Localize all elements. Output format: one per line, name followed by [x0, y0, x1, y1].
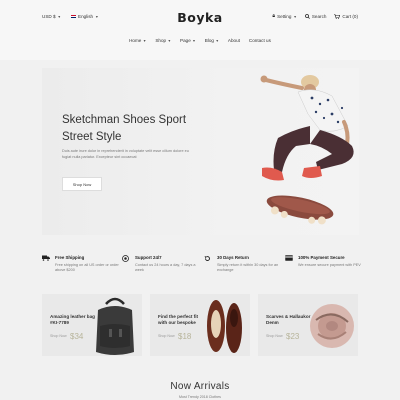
nav-item-blog[interactable]: Blog ▼ [205, 38, 219, 43]
return-icon [204, 256, 210, 261]
page: USD $ ▼ English ▼ Boyka 🔒︎ Setting ▼ Sea… [0, 0, 400, 400]
hero-banner: Sketchman Shoes Sport Street Style Duis … [42, 68, 359, 235]
header: USD $ ▼ English ▼ Boyka 🔒︎ Setting ▼ Sea… [0, 0, 400, 60]
nav-label: Contact us [248, 38, 271, 43]
feature-title: 100% Payment Secure [298, 255, 345, 260]
nav-label: About [227, 38, 240, 43]
search-button[interactable]: Search [304, 14, 327, 19]
chevron-down-icon: ▼ [167, 38, 172, 43]
feature-title: Free Shipping [55, 255, 85, 260]
promo-title: Find the perfect fit with our bespoke [158, 314, 199, 325]
nav-label: Blog [204, 38, 214, 43]
cart-icon [334, 14, 341, 19]
promo-card-bag[interactable]: Amazing leather bag #KI-7789 Shop Now $3… [42, 294, 142, 356]
promo-price: $34 [70, 332, 84, 341]
feature-text: We ensure secure payment with PEV [298, 263, 361, 267]
backpack-image [96, 297, 134, 355]
section-title: Now Arrivals [170, 381, 230, 392]
skateboarder-image [260, 75, 354, 225]
header-right: 🔒︎ Setting ▼ Search Cart (0) [272, 13, 358, 20]
hero-title: Sketchman Shoes Sport Street Style [62, 114, 187, 143]
promo-price: $18 [178, 332, 192, 341]
features-row: Free Shipping Free shipping on all US or… [42, 255, 361, 281]
promo-card-shoes[interactable]: Find the perfect fit with our bespoke Sh… [150, 294, 250, 356]
payment-icon [285, 255, 293, 261]
nav-label: Page [180, 38, 191, 43]
promo-shop-link[interactable]: Shop Now [266, 334, 283, 338]
nav-item-home[interactable]: Home ▼ [129, 38, 146, 43]
hero-text: Duis aute irure dolor in reprehenderit i… [62, 149, 189, 159]
truck-icon [42, 255, 50, 261]
support-icon [122, 255, 129, 262]
setting-label: Setting [277, 14, 292, 19]
setting-menu[interactable]: 🔒︎ Setting ▼ [272, 13, 297, 20]
chevron-down-icon: ▼ [142, 38, 147, 43]
dress-shoes-image [207, 300, 242, 353]
cart-button[interactable]: Cart (0) [334, 14, 358, 19]
shop-now-button[interactable]: Shop Now [62, 177, 102, 191]
feature-text: Free shipping on all US order or order a… [55, 263, 119, 273]
feature-text: Simply return it within 30 days for an e… [217, 263, 279, 273]
promo-price: $23 [286, 332, 300, 341]
nav-item-page[interactable]: Page ▼ [180, 38, 196, 43]
chevron-down-icon: ▼ [192, 38, 196, 43]
nav-item-contact[interactable]: Contact us [249, 38, 271, 43]
feature-title: Support 24/7 [135, 255, 162, 260]
search-label: Search [311, 14, 327, 19]
section-subtitle: Most Trendy 2018 Clothes [179, 395, 221, 399]
main-nav: Home ▼ Shop ▼ Page ▼ Blog ▼ About Contact us [0, 38, 400, 43]
shop-now-label: Shop Now [72, 181, 92, 187]
nav-item-shop[interactable]: Shop ▼ [155, 38, 171, 43]
promo-shop-link[interactable]: Shop Now [50, 334, 67, 338]
promo-card-scarves[interactable]: Scarves & Hallaukor Denm Shop Now $23 [258, 294, 358, 356]
nav-label: Shop [155, 38, 167, 43]
cart-label: Cart (0) [342, 14, 358, 19]
chevron-down-icon: ▼ [215, 38, 219, 43]
search-icon [304, 14, 310, 19]
nav-label: Home [129, 38, 142, 43]
promo-shop-link[interactable]: Shop Now [158, 334, 175, 338]
scarf-image [310, 304, 354, 348]
chevron-down-icon: ▼ [293, 14, 297, 19]
feature-text: Contact us 24 hours a day, 7 days a week [135, 263, 196, 273]
nav-item-about[interactable]: About [228, 38, 240, 43]
feature-title: 30 Days Return [217, 255, 249, 260]
lock-icon: 🔒︎ [272, 13, 276, 19]
